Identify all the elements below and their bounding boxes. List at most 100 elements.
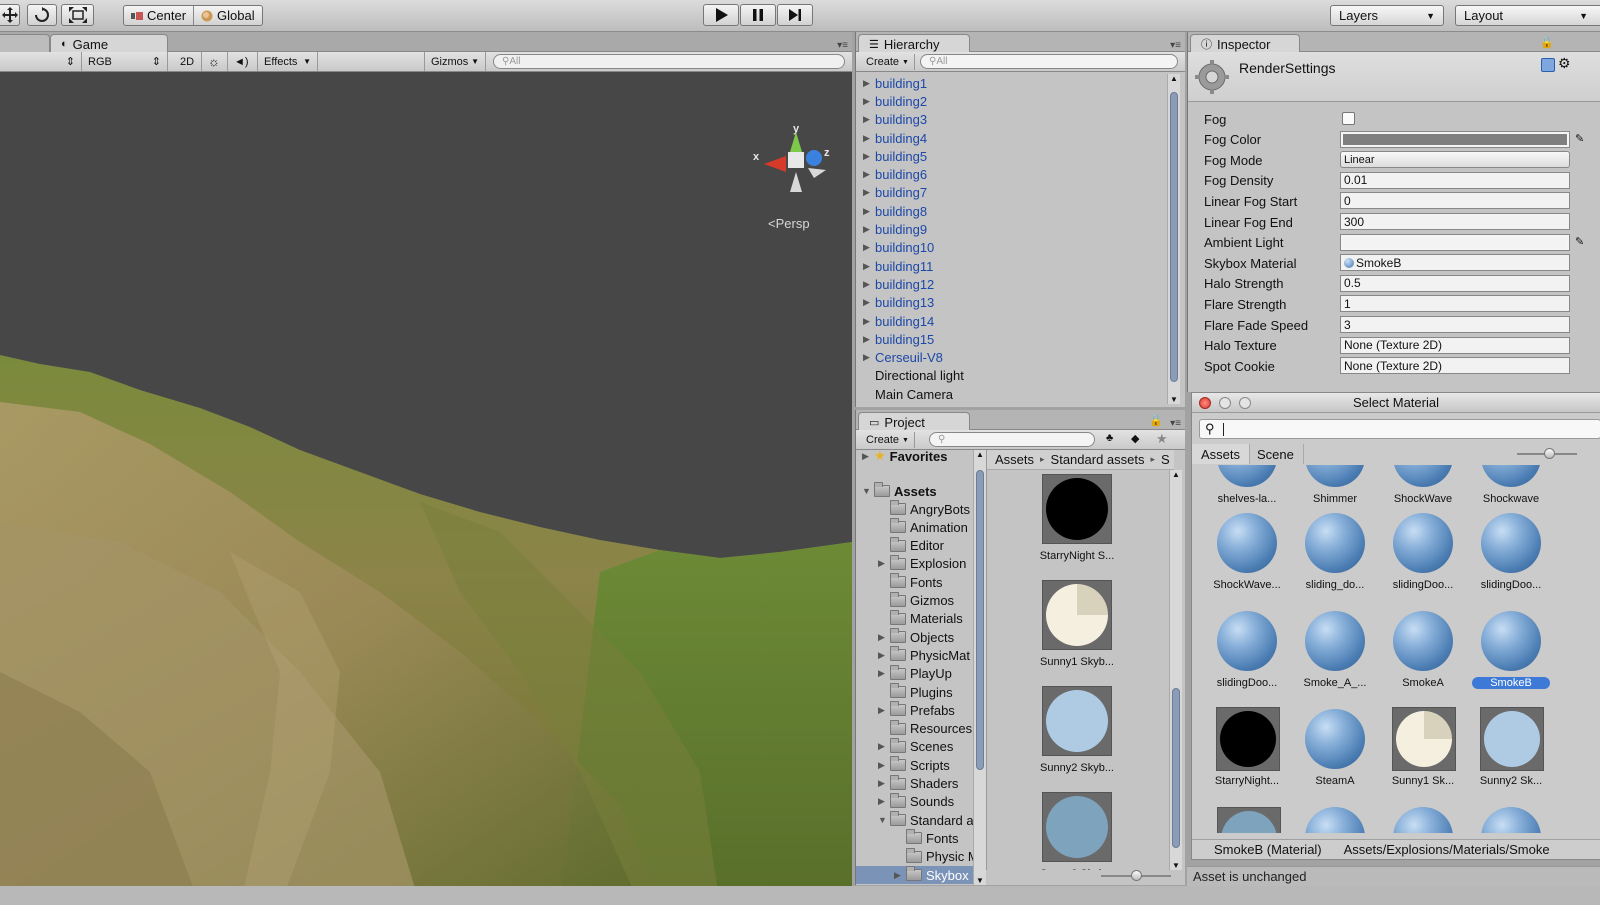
material-sphere[interactable] bbox=[1305, 611, 1365, 671]
folder-item[interactable]: Resources bbox=[878, 719, 972, 738]
folder-item[interactable]: Editor bbox=[878, 536, 944, 555]
asset-thumbnail[interactable] bbox=[1042, 474, 1112, 544]
scale-tool-button[interactable] bbox=[61, 4, 94, 26]
hierarchy-item[interactable]: ▶ building8 bbox=[856, 202, 1166, 220]
material-thumbnail[interactable] bbox=[1393, 807, 1453, 833]
scroll-thumb[interactable] bbox=[1172, 688, 1180, 848]
folder-item[interactable]: ▶ Scripts bbox=[878, 756, 950, 774]
material-thumbnail[interactable] bbox=[1392, 707, 1456, 771]
hierarchy-item[interactable]: ▶ building11 bbox=[856, 257, 1166, 275]
tab-project[interactable]: ▭ Project bbox=[858, 412, 970, 431]
tab-scene[interactable] bbox=[0, 34, 50, 53]
subfolder-item[interactable]: Fonts bbox=[894, 829, 959, 847]
rotate-tool-button[interactable] bbox=[27, 4, 57, 26]
hierarchy-search-input[interactable]: ⚲ All bbox=[920, 54, 1178, 69]
material-sphere[interactable] bbox=[1481, 513, 1541, 573]
pivot-global-button[interactable]: Global bbox=[193, 6, 262, 25]
expand-arrow-icon[interactable]: ▶ bbox=[863, 352, 875, 363]
play-button[interactable] bbox=[703, 4, 739, 26]
expand-arrow-icon[interactable]: ▶ bbox=[863, 169, 875, 180]
lock-icon[interactable]: 🔒 bbox=[1149, 414, 1163, 427]
pivot-toggle[interactable]: Center Global bbox=[123, 5, 263, 26]
scroll-thumb[interactable] bbox=[976, 470, 984, 770]
fog-mode-dropdown[interactable]: Linear bbox=[1340, 151, 1570, 169]
slider-knob[interactable] bbox=[1544, 448, 1555, 459]
expand-arrow-icon[interactable]: ▶ bbox=[878, 650, 890, 661]
hierarchy-item[interactable]: ▶ building13 bbox=[856, 294, 1166, 312]
folder-item[interactable]: ▼ Standard a bbox=[878, 811, 974, 829]
gizmos-dropdown[interactable]: Gizmos ▼ bbox=[424, 52, 486, 71]
expand-arrow-icon[interactable]: ▶ bbox=[863, 334, 875, 345]
material-sphere[interactable] bbox=[1393, 465, 1453, 487]
draw-mode-dropdown[interactable]: ⇕ bbox=[0, 52, 82, 71]
material-sphere[interactable] bbox=[1217, 611, 1277, 671]
breadcrumb-item[interactable]: Standard assets bbox=[1051, 452, 1145, 467]
asset-thumbnail[interactable] bbox=[1042, 580, 1112, 650]
material-search-input[interactable]: ⚲ bbox=[1199, 419, 1600, 439]
hierarchy-item[interactable]: ▶ building2 bbox=[856, 92, 1166, 110]
hierarchy-item[interactable]: ▶ building10 bbox=[856, 239, 1166, 257]
folder-item[interactable]: AngryBots bbox=[878, 500, 970, 518]
tab-inspector[interactable]: ⓘ Inspector bbox=[1190, 34, 1300, 53]
folder-item[interactable]: Fonts bbox=[878, 573, 943, 591]
lighting-toggle[interactable]: ☼ bbox=[202, 52, 228, 71]
value-field[interactable]: 0 bbox=[1340, 192, 1570, 210]
fog-checkbox[interactable] bbox=[1342, 112, 1355, 125]
material-thumbnail[interactable] bbox=[1480, 707, 1544, 771]
pause-button[interactable] bbox=[740, 4, 776, 26]
expand-arrow-icon[interactable]: ▶ bbox=[863, 133, 875, 144]
material-thumbnail[interactable] bbox=[1305, 807, 1365, 833]
scroll-thumb[interactable] bbox=[1170, 92, 1178, 382]
hierarchy-item[interactable]: ▶ building6 bbox=[856, 165, 1166, 183]
filter-type-icon[interactable]: ♣ bbox=[1106, 432, 1113, 444]
hierarchy-item[interactable]: ▶ building14 bbox=[856, 312, 1166, 330]
expand-arrow-icon[interactable]: ▶ bbox=[863, 151, 875, 162]
close-window-icon[interactable] bbox=[1199, 397, 1211, 409]
folder-item[interactable]: ▶ Scenes bbox=[878, 737, 953, 756]
value-field[interactable]: 3 bbox=[1340, 316, 1570, 333]
scroll-down-icon[interactable]: ▼ bbox=[1170, 395, 1178, 404]
hierarchy-item[interactable]: ▶ building9 bbox=[856, 220, 1166, 238]
expand-arrow-icon[interactable]: ▶ bbox=[878, 741, 890, 752]
assets-root-item[interactable]: ▼ Assets bbox=[862, 482, 937, 500]
expand-arrow-icon[interactable]: ▶ bbox=[863, 78, 875, 89]
folder-item[interactable]: ▶ Prefabs bbox=[878, 701, 955, 719]
scroll-up-icon[interactable]: ▲ bbox=[1170, 74, 1178, 83]
expand-arrow-icon[interactable]: ▶ bbox=[863, 316, 875, 327]
audio-toggle[interactable]: ◄) bbox=[228, 52, 258, 71]
expand-arrow-icon[interactable]: ▶ bbox=[863, 297, 875, 308]
hierarchy-item[interactable]: ▶ Cerseuil-V8 bbox=[856, 348, 1166, 366]
folder-item[interactable]: ▶ Sounds bbox=[878, 792, 954, 811]
eyedropper-icon[interactable]: ✎ bbox=[1575, 132, 1584, 145]
object-field[interactable]: SmokeB bbox=[1340, 254, 1570, 272]
tree-scrollbar[interactable]: ▲ ▼ bbox=[973, 450, 986, 885]
create-dropdown[interactable]: Create ▼ bbox=[861, 54, 915, 70]
folder-item[interactable]: Plugins bbox=[878, 683, 953, 701]
tab-assets[interactable]: Assets bbox=[1192, 444, 1251, 464]
favorites-item[interactable]: ▶ ★ Favorites bbox=[862, 450, 947, 465]
folder-item[interactable]: ▶ PhysicMat bbox=[878, 646, 970, 664]
project-search-input[interactable]: ⚲ bbox=[929, 432, 1095, 447]
subfolder-item[interactable]: ▶ Skybox bbox=[856, 866, 974, 884]
panel-menu-icon[interactable]: ▾≡ bbox=[837, 40, 848, 51]
expand-arrow-icon[interactable]: ▶ bbox=[878, 778, 890, 789]
expand-arrow-icon[interactable]: ▶ bbox=[878, 796, 890, 807]
folder-item[interactable]: Animation bbox=[878, 518, 968, 536]
expand-arrow-icon[interactable]: ▶ bbox=[863, 114, 875, 125]
lock-icon[interactable]: 🔒 bbox=[1540, 36, 1554, 49]
expand-arrow-icon[interactable]: ▶ bbox=[894, 870, 906, 881]
projection-label[interactable]: <Persp bbox=[768, 216, 810, 231]
material-thumbnail[interactable] bbox=[1217, 807, 1281, 833]
folder-item[interactable]: ▶ Shaders bbox=[878, 774, 958, 793]
breadcrumb-item[interactable]: S bbox=[1161, 452, 1170, 467]
tab-scene[interactable]: Scene bbox=[1248, 444, 1304, 464]
folder-item[interactable]: ▶ Objects bbox=[878, 628, 954, 646]
material-sphere[interactable] bbox=[1217, 465, 1277, 487]
hierarchy-item[interactable]: ▶ building5 bbox=[856, 147, 1166, 165]
value-field[interactable]: 0.5 bbox=[1340, 274, 1570, 292]
expand-arrow-icon[interactable]: ▶ bbox=[863, 96, 875, 107]
expand-arrow-icon[interactable]: ▶ bbox=[863, 187, 875, 198]
layout-dropdown[interactable]: Layout ▼ bbox=[1455, 5, 1600, 26]
hierarchy-item[interactable]: Directional light bbox=[856, 367, 1166, 385]
expand-arrow-icon[interactable]: ▶ bbox=[863, 261, 875, 272]
